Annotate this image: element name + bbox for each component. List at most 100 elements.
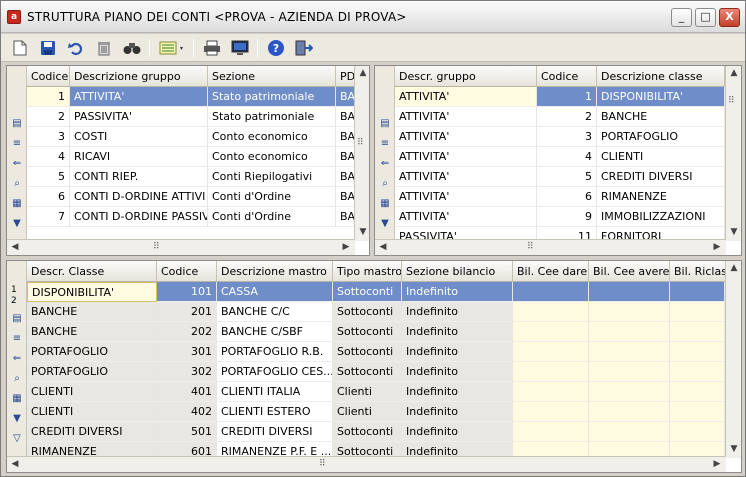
cell-descrizione-gruppo[interactable]: CONTI D-ORDINE PASSIVI: [70, 207, 208, 227]
cell-bil-cee-dare[interactable]: [513, 402, 589, 422]
undo-icon[interactable]: [65, 37, 87, 59]
cell-descrizione-classe[interactable]: CREDITI DIVERSI: [597, 167, 725, 187]
vertical-scrollbar[interactable]: ▲ ⠿ ▼: [725, 66, 741, 241]
cell-descr-classe[interactable]: PORTAFOGLIO: [27, 362, 157, 382]
scroll-right-icon[interactable]: ▶: [709, 240, 725, 255]
cell-descr-gruppo[interactable]: ATTIVITA': [395, 107, 537, 127]
scroll-up-icon[interactable]: ▲: [726, 66, 741, 82]
cell-descr-classe[interactable]: PORTAFOGLIO: [27, 342, 157, 362]
column-header-codice[interactable]: Codice: [537, 66, 597, 87]
cell-bil-riclass[interactable]: [670, 402, 725, 422]
scroll-grip-icon[interactable]: ⠿: [319, 459, 326, 469]
cell-descrizione-mastro[interactable]: CREDITI DIVERSI: [217, 422, 333, 442]
cell-descr-classe[interactable]: BANCHE: [27, 322, 157, 342]
cell-codice[interactable]: 2: [27, 107, 70, 127]
list-view-icon[interactable]: [157, 37, 187, 59]
cell-codice[interactable]: 1: [27, 87, 70, 107]
cell-bil-cee-avere[interactable]: [589, 322, 670, 342]
cell-bil-cee-avere[interactable]: [589, 342, 670, 362]
cell-sezione-bilancio[interactable]: Indefinito: [402, 402, 513, 422]
scroll-right-icon[interactable]: ▶: [709, 457, 725, 472]
filter-icon[interactable]: ▼: [378, 218, 392, 230]
scroll-left-icon[interactable]: ◀: [7, 240, 23, 255]
column-header-bil-riclass[interactable]: Bil. Riclass: [670, 261, 727, 282]
cell-descrizione-classe[interactable]: RIMANENZE: [597, 187, 725, 207]
cell-descrizione-mastro[interactable]: PORTAFOGLIO CES...: [217, 362, 333, 382]
cell-sezione-bilancio[interactable]: Indefinito: [402, 302, 513, 322]
cell-codice[interactable]: 402: [157, 402, 217, 422]
cell-descr-gruppo[interactable]: ATTIVITA': [395, 167, 537, 187]
cell-bil-cee-avere[interactable]: [589, 302, 670, 322]
cell-descr-classe[interactable]: CLIENTI: [27, 382, 157, 402]
cell-tipo-mastro[interactable]: Sottoconti: [333, 302, 402, 322]
column-header-bil-cee-dare[interactable]: Bil. Cee dare: [513, 261, 589, 282]
column-header-sezione[interactable]: Sezione: [208, 66, 336, 87]
cell-descrizione-mastro[interactable]: BANCHE C/SBF: [217, 322, 333, 342]
cell-descrizione-mastro[interactable]: PORTAFOGLIO R.B.: [217, 342, 333, 362]
column-header-descrizione-gruppo[interactable]: Descrizione gruppo: [70, 66, 208, 87]
cell-codice[interactable]: 202: [157, 322, 217, 342]
cell-codice[interactable]: 201: [157, 302, 217, 322]
scroll-grip-icon[interactable]: ⠿: [527, 242, 534, 252]
scroll-down-icon[interactable]: ▼: [726, 225, 741, 241]
horizontal-scrollbar[interactable]: ◀ ⠿ ▶: [7, 456, 726, 472]
cell-codice[interactable]: 4: [537, 147, 597, 167]
cell-sezione-bilancio[interactable]: Indefinito: [402, 422, 513, 442]
horizontal-scrollbar[interactable]: ◀ ⠿ ▶: [375, 239, 726, 255]
cell-sezione-bilancio[interactable]: Indefinito: [402, 282, 513, 302]
cell-bil-cee-dare[interactable]: [513, 322, 589, 342]
exit-icon[interactable]: [293, 37, 315, 59]
cell-descrizione-gruppo[interactable]: RICAVI: [70, 147, 208, 167]
column-header-codice[interactable]: Codice: [157, 261, 217, 282]
cell-descrizione-gruppo[interactable]: ATTIVITA': [70, 87, 208, 107]
cell-tipo-mastro[interactable]: Sottoconti: [333, 422, 402, 442]
vertical-scrollbar[interactable]: ▲ ▼: [725, 261, 741, 458]
cell-descr-classe[interactable]: DISPONIBILITA': [27, 282, 157, 302]
cell-bil-cee-avere[interactable]: [589, 422, 670, 442]
scroll-up-icon[interactable]: ▲: [726, 261, 741, 277]
search-icon[interactable]: ⌕: [378, 178, 392, 190]
cell-pd[interactable]: BAS: [336, 147, 356, 167]
scroll-up-icon[interactable]: ▲: [355, 66, 369, 82]
monitor-icon[interactable]: [229, 37, 251, 59]
cell-descr-classe[interactable]: CLIENTI: [27, 402, 157, 422]
cell-codice[interactable]: 7: [27, 207, 70, 227]
cell-pd[interactable]: BAS: [336, 187, 356, 207]
insert-row-icon[interactable]: ▤: [10, 118, 24, 130]
cell-bil-cee-dare[interactable]: [513, 362, 589, 382]
delete-icon[interactable]: [93, 37, 115, 59]
cell-descrizione-classe[interactable]: IMMOBILIZZAZIONI: [597, 207, 725, 227]
cell-descrizione-mastro[interactable]: CASSA: [217, 282, 333, 302]
cell-codice[interactable]: 501: [157, 422, 217, 442]
scroll-down-icon[interactable]: ▼: [355, 225, 369, 241]
cell-tipo-mastro[interactable]: Sottoconti: [333, 322, 402, 342]
cell-codice[interactable]: 6: [537, 187, 597, 207]
calc-icon[interactable]: ▦: [10, 393, 24, 405]
cell-codice[interactable]: 4: [27, 147, 70, 167]
cell-codice[interactable]: 5: [27, 167, 70, 187]
cell-codice[interactable]: 401: [157, 382, 217, 402]
cell-codice[interactable]: 302: [157, 362, 217, 382]
cell-sezione[interactable]: Conto economico: [208, 127, 336, 147]
cell-descrizione-mastro[interactable]: CLIENTI ITALIA: [217, 382, 333, 402]
cell-sezione[interactable]: Conti d'Ordine: [208, 187, 336, 207]
cell-descrizione-gruppo[interactable]: COSTI: [70, 127, 208, 147]
cell-descr-gruppo[interactable]: ATTIVITA': [395, 207, 537, 227]
vertical-scrollbar[interactable]: ▲ ⠿ ▼: [354, 66, 369, 241]
cell-descrizione-classe[interactable]: DISPONIBILITA': [597, 87, 725, 107]
scroll-left-icon[interactable]: ◀: [7, 457, 23, 472]
cell-descr-classe[interactable]: CREDITI DIVERSI: [27, 422, 157, 442]
column-header-codice[interactable]: Codice: [27, 66, 70, 87]
cell-descrizione-gruppo[interactable]: CONTI D-ORDINE ATTIVI: [70, 187, 208, 207]
cell-pd[interactable]: BAS: [336, 207, 356, 227]
cell-descrizione-gruppo[interactable]: PASSIVITA': [70, 107, 208, 127]
title-bar[interactable]: a STRUTTURA PIANO DEI CONTI <PROVA - AZI…: [1, 1, 745, 33]
horizontal-scrollbar[interactable]: ◀ ⠿ ▶: [7, 239, 355, 255]
cell-sezione-bilancio[interactable]: Indefinito: [402, 342, 513, 362]
cell-pd[interactable]: BAS: [336, 127, 356, 147]
column-header-tipo-mastro[interactable]: Tipo mastro: [333, 261, 402, 282]
scroll-down-icon[interactable]: ▼: [726, 442, 741, 458]
cell-sezione[interactable]: Conto economico: [208, 147, 336, 167]
cell-codice[interactable]: 2: [537, 107, 597, 127]
filter-clear-icon[interactable]: ▽: [10, 433, 24, 445]
